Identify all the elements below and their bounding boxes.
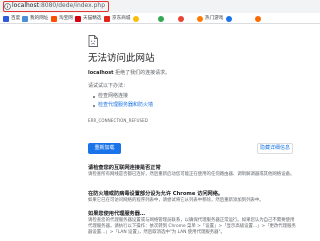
bookmark-item[interactable]: 我的网址 [22,15,48,23]
details-section: 如果您使用代理服务器… 请检查您的代理服务器设置或与网络管理员联系，以确保代理服… [88,211,298,237]
bookmark-label: 热门游戏 [205,16,224,21]
bookmark-item[interactable]: 热门游戏 [197,15,223,23]
bookmark-item[interactable] [178,15,186,23]
section-body: 如果它已在可访问网络的程序列表中，请尝试将它从列表中移除，然后重新添加到列表中。 [88,198,264,203]
url-path: :8080/dede/index.php [38,2,106,9]
bookmark-item[interactable] [158,15,166,23]
section-heading: 请检查您的互联网连接是否正常 [88,165,161,171]
bookmark-label: 淘宝网 [59,16,73,21]
bookmark-favicon-icon [75,16,81,22]
error-page: 无法访问此网站 localhost 拒绝了我们的连接请求。 请试试以下办法： 检… [0,25,320,241]
details-section: 请检查您的互联网连接是否正常 请检查所有网线是否都已连好，然后重新启动您可能正在… [88,165,298,178]
error-code: ERR_CONNECTION_REFUSED [88,118,148,123]
bookmark-favicon-icon [158,16,164,22]
bookmark-item[interactable] [133,15,141,23]
bookmark-favicon-icon [51,16,57,22]
bookmark-favicon-icon [104,16,110,22]
section-heading: 在防火墙或防病毒设置部分设为允许 Chrome 访问网络。 [88,191,224,197]
refused-host: localhost [88,70,114,76]
suggestion-text: 检查网络连接 [98,93,129,99]
bookmark-favicon-icon [197,16,203,22]
bookmark-item[interactable]: 百度 [3,15,20,23]
bookmark-favicon-icon [255,16,261,22]
bookmark-favicon-icon [226,16,232,22]
bookmark-label: 百度 [11,16,21,21]
suggestion-item: 检查网络连接 [93,93,128,100]
details-section: 在防火墙或防病毒设置部分设为允许 Chrome 访问网络。 如果它已在可访问网络… [88,191,298,204]
hide-details-button[interactable]: 隐藏详细信息 [257,143,293,154]
page-title: 无法访问此网站 [88,53,155,64]
section-heading: 如果您使用代理服务器… [88,211,146,217]
bookmark-label: 京东商城 [112,16,131,21]
info-icon[interactable] [4,3,11,10]
document-error-icon [88,35,98,47]
url-input[interactable]: localhost:8080/dede/index.php [12,2,105,10]
bookmark-favicon-icon [3,16,9,22]
try-label: 请试试以下办法： [88,83,129,89]
reload-button[interactable]: 重新加载 [88,143,121,154]
refused-message: localhost 拒绝了我们的连接请求。 [88,70,170,77]
section-body: 请检查您的代理服务器设置或与网络管理员联系，以确保代理服务器正常运行。如果您认为… [88,218,296,236]
browser-window: localhost:8080/dede/index.php 百度 我的网址 淘宝… [0,0,320,241]
address-bar-row: localhost:8080/dede/index.php [0,0,320,13]
suggestion-link[interactable]: 检查代理服务器和防火墙 [98,102,153,109]
bookmark-item[interactable]: 天猫精选 [75,15,101,23]
bookmark-item[interactable] [255,15,263,23]
bookmark-item[interactable]: 京东商城 [104,15,130,23]
suggestion-item[interactable]: 检查代理服务器和防火墙 [93,102,153,109]
bookmark-favicon-icon [133,16,139,22]
bookmarks-bar: 百度 我的网址 淘宝网 天猫精选 京东商城 热门游戏 [0,13,320,24]
bullet-icon [93,95,95,98]
bookmark-item[interactable] [226,15,234,23]
bullet-icon [93,104,95,107]
bookmark-favicon-icon [178,16,184,22]
bookmark-label: 我的网址 [30,16,49,21]
section-body: 请检查所有网线是否都已连好，然后重新启动您可能正在使用的任何路由器、调制解调器或… [88,172,295,177]
refused-text: 拒绝了我们的连接请求。 [115,70,171,76]
bookmark-label: 天猫精选 [83,16,102,21]
bookmark-favicon-icon [22,16,28,22]
bookmark-item[interactable]: 淘宝网 [51,15,73,23]
url-host: localhost [12,2,39,9]
